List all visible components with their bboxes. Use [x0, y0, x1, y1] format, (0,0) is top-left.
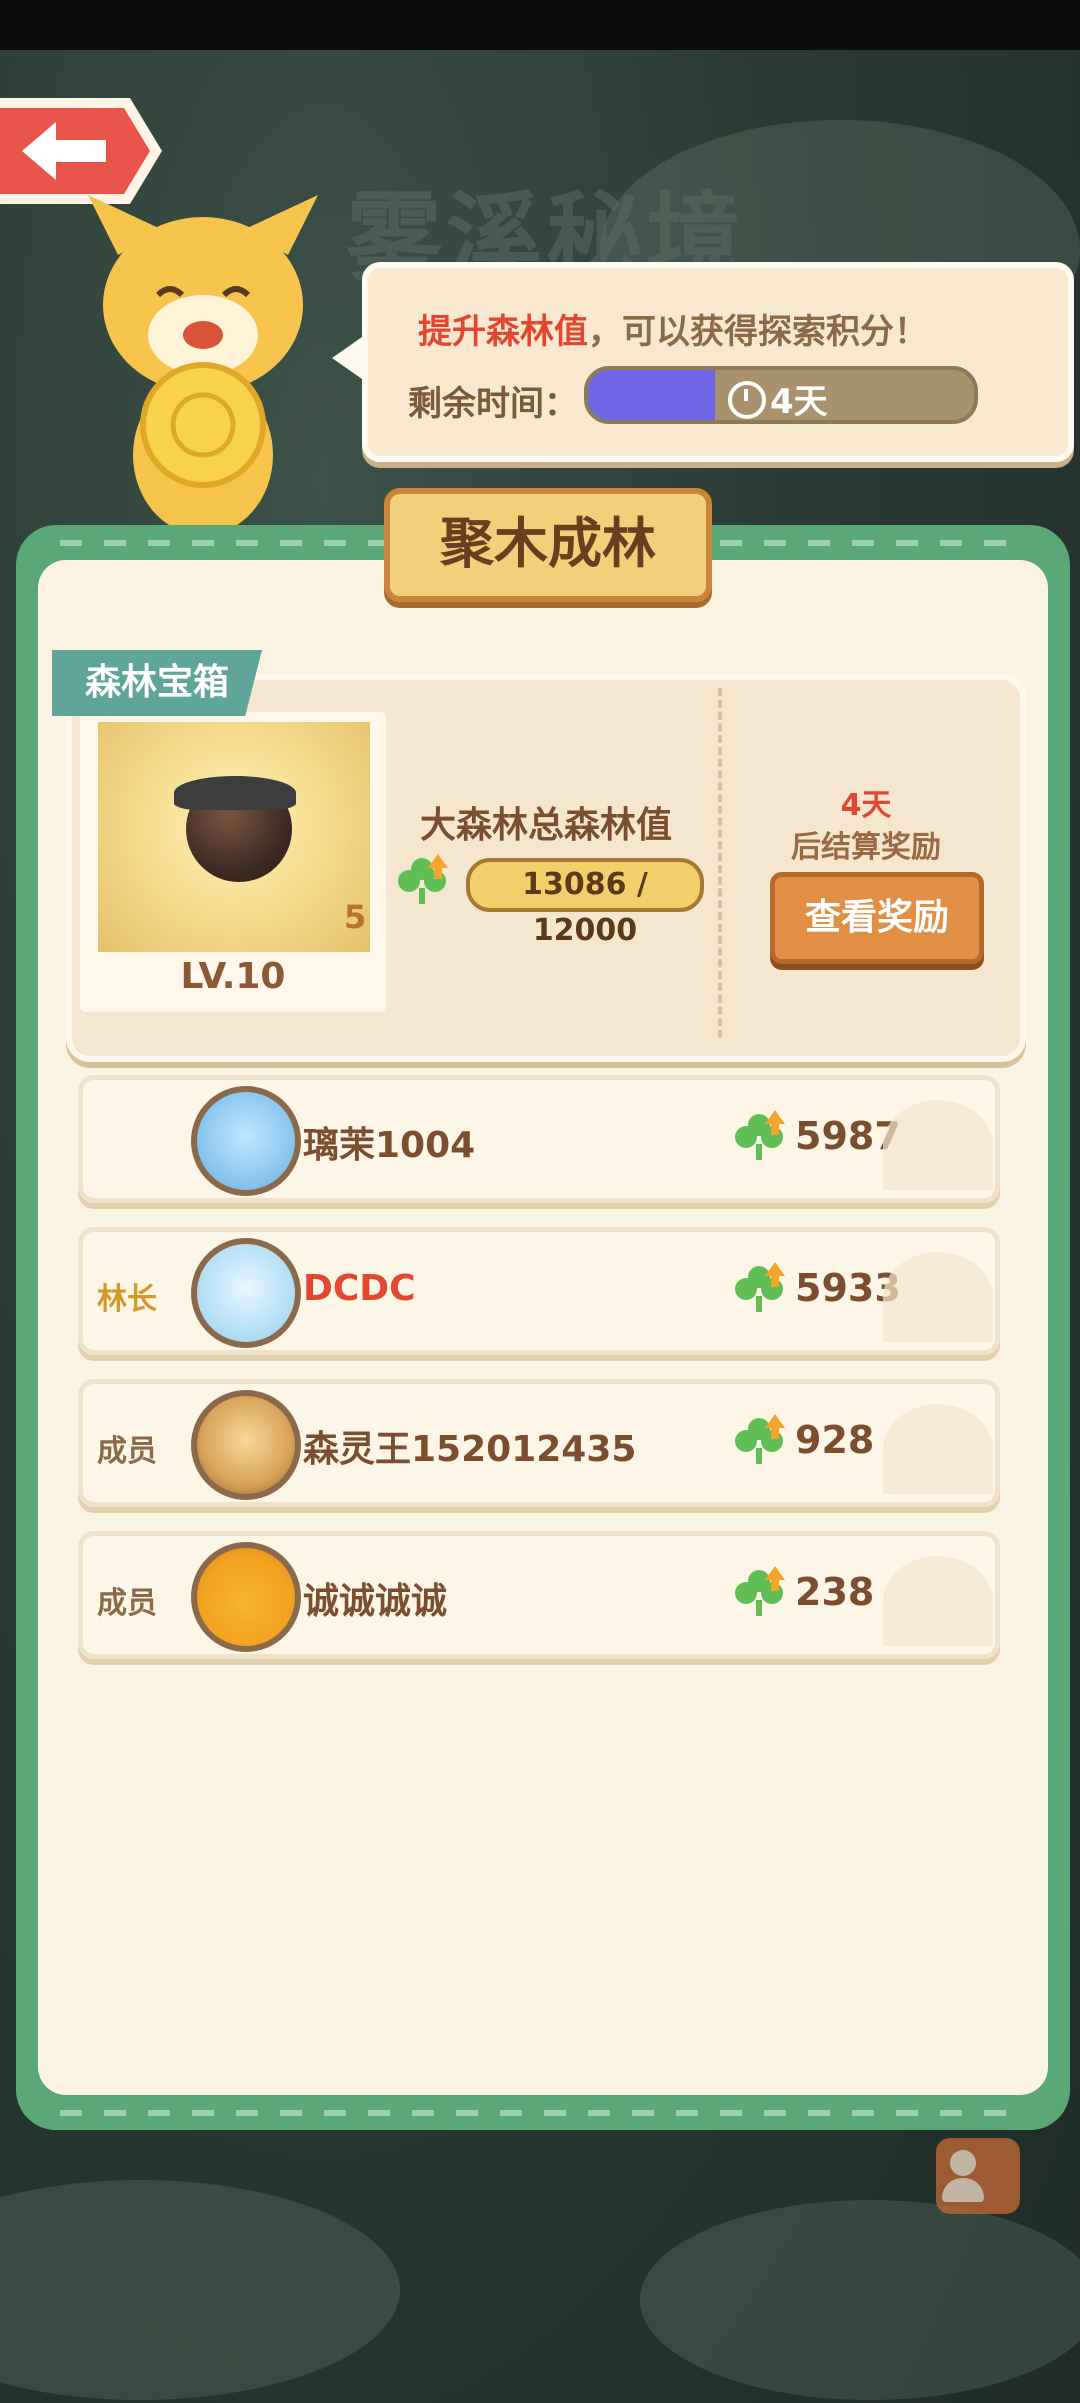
clover-up-icon — [735, 1414, 785, 1466]
view-reward-button[interactable]: 查看奖励 — [770, 872, 984, 964]
tip-message: 提升森林值，可以获得探索积分！ — [418, 304, 928, 353]
chest-tag: 森林宝箱 — [52, 650, 262, 716]
avatar[interactable] — [191, 1542, 301, 1652]
ghost-decoration — [883, 1252, 993, 1342]
bg-shape — [640, 2200, 1080, 2400]
clock-icon — [728, 381, 766, 419]
panel-title: 聚木成林 — [384, 488, 712, 602]
card-divider — [718, 688, 722, 1038]
member-role: 成员 — [97, 1434, 157, 1469]
member-row[interactable]: 璃茉1004 5987 — [78, 1075, 1000, 1203]
clover-up-icon — [735, 1110, 785, 1162]
member-score: 238 — [795, 1570, 875, 1614]
tip-highlight: 提升森林值 — [418, 312, 588, 352]
member-row[interactable]: 成员 诚诚诚诚 238 — [78, 1531, 1000, 1659]
panel-border-dash — [60, 2110, 1020, 2116]
member-name: 诚诚诚诚 — [303, 1581, 448, 1622]
chest-cap-icon — [174, 776, 296, 810]
chest-count: 5 — [344, 898, 367, 936]
member-row[interactable]: 成员 森灵王152012435 928 — [78, 1379, 1000, 1507]
forest-total-label: 大森林总森林值 — [420, 805, 673, 846]
member-score: 928 — [795, 1418, 875, 1462]
member-role: 林长 — [97, 1282, 157, 1317]
avatar[interactable] — [191, 1238, 301, 1348]
clover-up-icon — [398, 854, 448, 906]
tip-bubble: 提升森林值，可以获得探索积分！ 剩余时间： 4天 — [362, 262, 1074, 462]
avatar[interactable] — [191, 1390, 301, 1500]
tip-text: ，可以获得探索积分！ — [588, 312, 928, 352]
settle-days: 4天 — [840, 788, 892, 823]
profile-button[interactable] — [936, 2138, 1020, 2214]
avatar[interactable] — [191, 1086, 301, 1196]
remaining-time-label: 剩余时间： — [408, 384, 578, 424]
remaining-time-fill — [588, 370, 716, 420]
member-role: 成员 — [97, 1586, 157, 1621]
member-row[interactable]: 林长 DCDC 5933 — [78, 1227, 1000, 1355]
clover-up-icon — [735, 1566, 785, 1618]
ghost-decoration — [883, 1404, 993, 1494]
ghost-decoration — [883, 1556, 993, 1646]
ghost-decoration — [883, 1100, 993, 1190]
member-name: 森灵王152012435 — [303, 1429, 637, 1470]
remaining-time-value-wrap: 4天 — [728, 374, 828, 422]
clover-up-icon — [735, 1262, 785, 1314]
cat-mascot-illustration — [88, 195, 318, 525]
status-bar — [0, 0, 1080, 50]
settle-text: 后结算奖励 — [791, 830, 941, 865]
remaining-time-bar: 4天 — [584, 366, 978, 424]
chest-level: LV.10 — [180, 956, 286, 997]
remaining-time-value: 4天 — [770, 382, 828, 422]
member-name: DCDC — [303, 1268, 416, 1309]
forest-total-value: 13086 / 12000 — [466, 858, 704, 948]
member-name: 璃茉1004 — [303, 1125, 476, 1166]
